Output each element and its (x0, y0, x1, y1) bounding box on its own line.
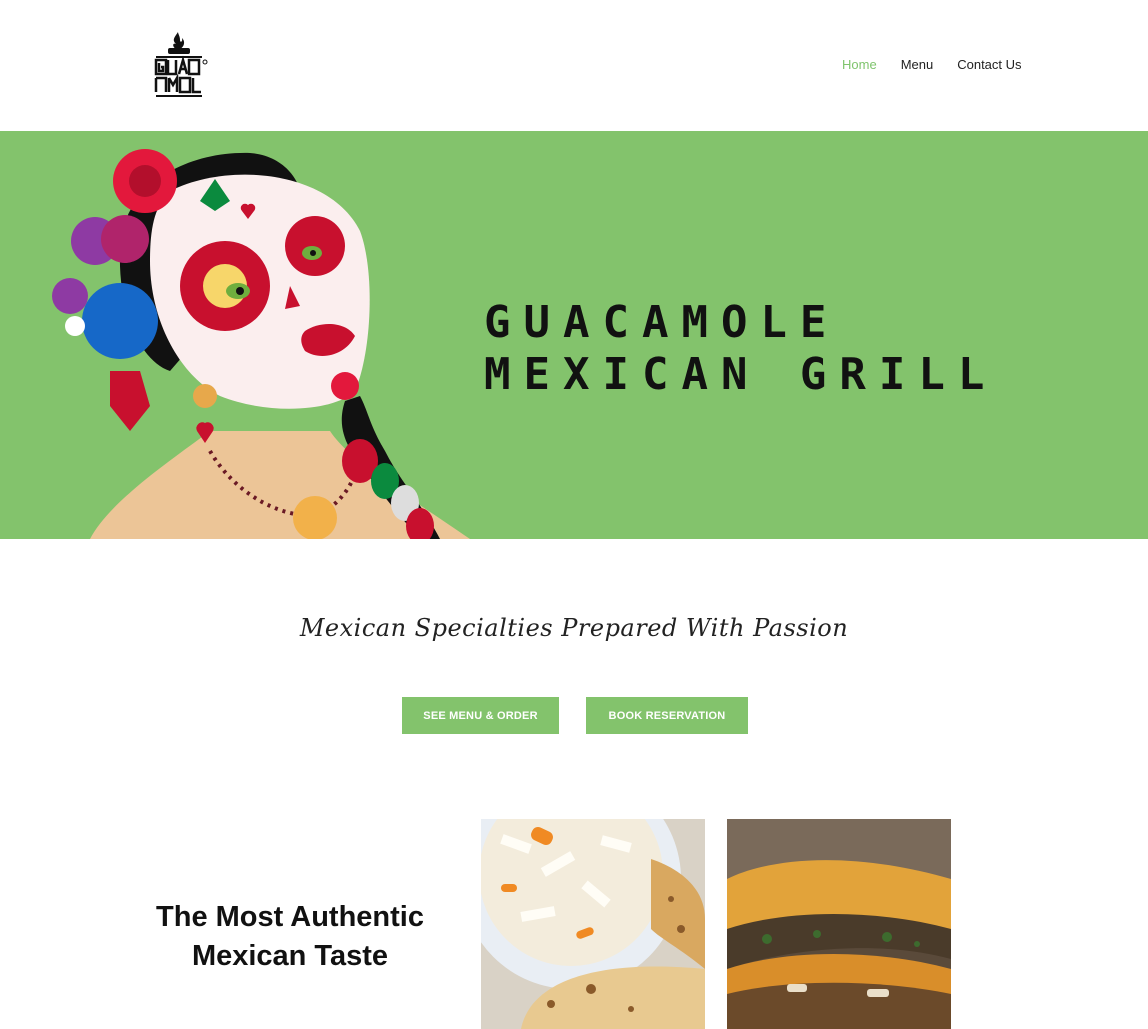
site-header: Home Menu Contact Us (0, 0, 1148, 131)
hero-banner: GUACAMOLE MEXICAN GRILL (0, 131, 1148, 539)
hero-title: GUACAMOLE MEXICAN GRILL (484, 297, 997, 401)
brand-logo[interactable] (150, 28, 210, 100)
nav-link-contact[interactable]: Contact Us (957, 57, 1021, 72)
food-photo-coleslaw (481, 819, 705, 1029)
food-photo-image (727, 819, 951, 1029)
food-photo-image (481, 819, 705, 1029)
nav-link-home[interactable]: Home (842, 57, 877, 72)
hero-title-line-2: MEXICAN GRILL (484, 349, 998, 400)
catrina-illustration (52, 149, 470, 539)
book-reservation-button[interactable]: BOOK RESERVATION (586, 697, 748, 734)
nav-link-menu[interactable]: Menu (901, 57, 934, 72)
feature-heading: The Most Authentic Mexican Taste (156, 901, 424, 972)
logo-graphic (154, 32, 208, 97)
main-nav: Home Menu Contact Us (842, 57, 1022, 72)
tagline: Mexican Specialties Prepared With Passio… (299, 614, 849, 642)
food-photo-tacos (727, 819, 951, 1029)
hero-title-line-1: GUACAMOLE (484, 297, 840, 348)
see-menu-order-button[interactable]: SEE MENU & ORDER (402, 697, 559, 734)
